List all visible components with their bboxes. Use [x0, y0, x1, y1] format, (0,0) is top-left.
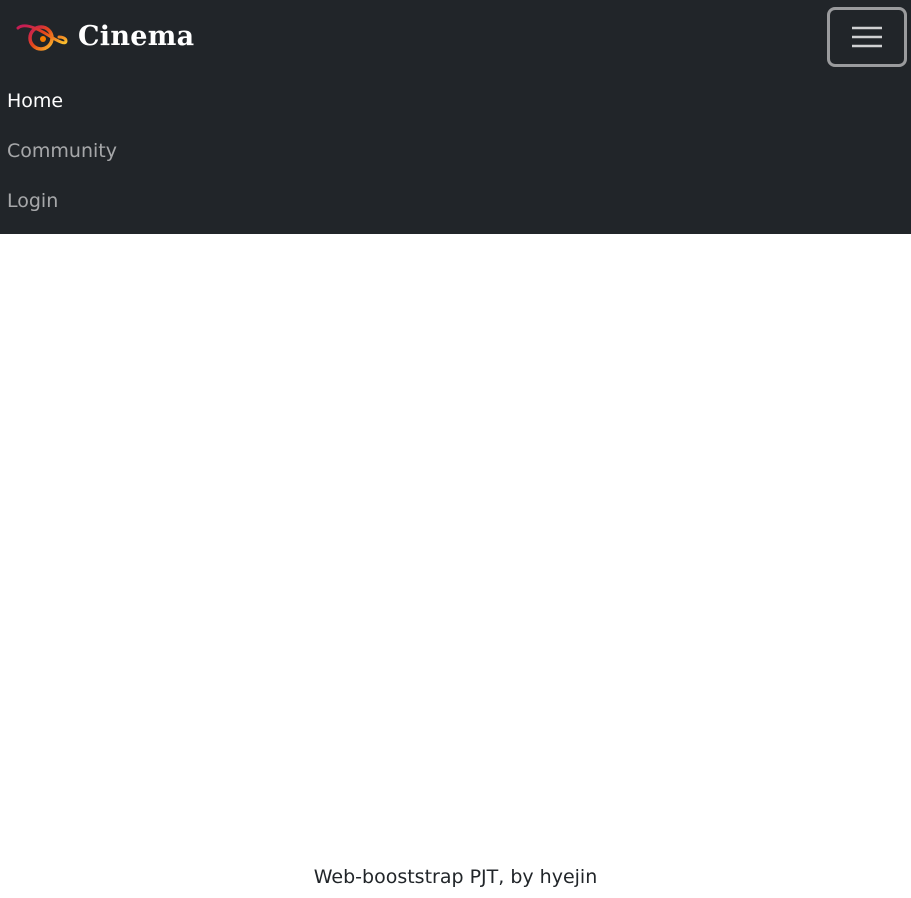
- navbar-toggler-button[interactable]: [827, 7, 907, 67]
- nav-item-community: Community: [7, 126, 117, 176]
- footer: Web-booststrap PJT, by hyejin: [0, 860, 911, 894]
- brand-link[interactable]: Cinema: [15, 18, 194, 56]
- brand-name: Cinema: [78, 21, 195, 52]
- nav-menu: Home Community Login: [7, 76, 117, 226]
- hamburger-menu-icon: [852, 26, 882, 48]
- nav-link-community[interactable]: Community: [7, 140, 117, 162]
- nav-link-login[interactable]: Login: [7, 190, 58, 212]
- nav-link-home[interactable]: Home: [7, 90, 63, 112]
- navbar: Cinema Home Community Login: [0, 0, 911, 234]
- nav-item-login: Login: [7, 176, 117, 226]
- footer-text: Web-booststrap PJT, by hyejin: [313, 866, 598, 888]
- nav-item-home: Home: [7, 76, 117, 126]
- planet-icon: [16, 24, 68, 51]
